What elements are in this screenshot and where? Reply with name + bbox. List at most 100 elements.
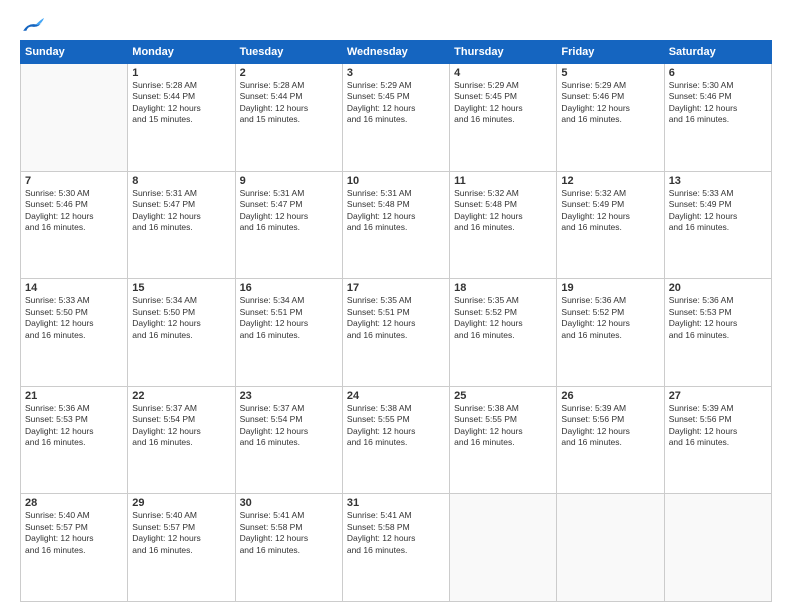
day-info: Sunrise: 5:36 AM Sunset: 5:53 PM Dayligh… xyxy=(669,295,767,341)
logo xyxy=(20,16,48,36)
calendar-cell: 3Sunrise: 5:29 AM Sunset: 5:45 PM Daylig… xyxy=(342,64,449,172)
calendar-cell: 21Sunrise: 5:36 AM Sunset: 5:53 PM Dayli… xyxy=(21,386,128,494)
day-number: 20 xyxy=(669,282,767,294)
day-info: Sunrise: 5:31 AM Sunset: 5:47 PM Dayligh… xyxy=(132,188,230,234)
day-number: 30 xyxy=(240,497,338,509)
day-number: 11 xyxy=(454,175,552,187)
day-number: 23 xyxy=(240,390,338,402)
calendar-table: SundayMondayTuesdayWednesdayThursdayFrid… xyxy=(20,40,772,602)
day-info: Sunrise: 5:35 AM Sunset: 5:51 PM Dayligh… xyxy=(347,295,445,341)
day-number: 31 xyxy=(347,497,445,509)
weekday-header-monday: Monday xyxy=(128,41,235,64)
calendar-cell: 16Sunrise: 5:34 AM Sunset: 5:51 PM Dayli… xyxy=(235,279,342,387)
calendar-cell: 9Sunrise: 5:31 AM Sunset: 5:47 PM Daylig… xyxy=(235,171,342,279)
calendar-cell xyxy=(450,494,557,602)
day-info: Sunrise: 5:37 AM Sunset: 5:54 PM Dayligh… xyxy=(240,403,338,449)
day-number: 18 xyxy=(454,282,552,294)
calendar-cell: 10Sunrise: 5:31 AM Sunset: 5:48 PM Dayli… xyxy=(342,171,449,279)
day-number: 14 xyxy=(25,282,123,294)
calendar-cell: 11Sunrise: 5:32 AM Sunset: 5:48 PM Dayli… xyxy=(450,171,557,279)
day-info: Sunrise: 5:32 AM Sunset: 5:49 PM Dayligh… xyxy=(561,188,659,234)
day-number: 26 xyxy=(561,390,659,402)
calendar-cell: 1Sunrise: 5:28 AM Sunset: 5:44 PM Daylig… xyxy=(128,64,235,172)
day-info: Sunrise: 5:29 AM Sunset: 5:45 PM Dayligh… xyxy=(454,80,552,126)
calendar-cell: 23Sunrise: 5:37 AM Sunset: 5:54 PM Dayli… xyxy=(235,386,342,494)
calendar-cell: 20Sunrise: 5:36 AM Sunset: 5:53 PM Dayli… xyxy=(664,279,771,387)
day-info: Sunrise: 5:28 AM Sunset: 5:44 PM Dayligh… xyxy=(240,80,338,126)
day-info: Sunrise: 5:34 AM Sunset: 5:51 PM Dayligh… xyxy=(240,295,338,341)
day-number: 7 xyxy=(25,175,123,187)
day-info: Sunrise: 5:32 AM Sunset: 5:48 PM Dayligh… xyxy=(454,188,552,234)
calendar-cell: 5Sunrise: 5:29 AM Sunset: 5:46 PM Daylig… xyxy=(557,64,664,172)
header xyxy=(20,16,772,36)
day-info: Sunrise: 5:31 AM Sunset: 5:47 PM Dayligh… xyxy=(240,188,338,234)
calendar-cell: 18Sunrise: 5:35 AM Sunset: 5:52 PM Dayli… xyxy=(450,279,557,387)
calendar-cell: 2Sunrise: 5:28 AM Sunset: 5:44 PM Daylig… xyxy=(235,64,342,172)
calendar-cell: 17Sunrise: 5:35 AM Sunset: 5:51 PM Dayli… xyxy=(342,279,449,387)
calendar-week-2: 7Sunrise: 5:30 AM Sunset: 5:46 PM Daylig… xyxy=(21,171,772,279)
day-info: Sunrise: 5:30 AM Sunset: 5:46 PM Dayligh… xyxy=(669,80,767,126)
day-number: 16 xyxy=(240,282,338,294)
calendar-cell xyxy=(21,64,128,172)
calendar-cell xyxy=(664,494,771,602)
day-number: 28 xyxy=(25,497,123,509)
day-info: Sunrise: 5:35 AM Sunset: 5:52 PM Dayligh… xyxy=(454,295,552,341)
day-number: 8 xyxy=(132,175,230,187)
calendar-cell: 22Sunrise: 5:37 AM Sunset: 5:54 PM Dayli… xyxy=(128,386,235,494)
weekday-header-wednesday: Wednesday xyxy=(342,41,449,64)
day-info: Sunrise: 5:40 AM Sunset: 5:57 PM Dayligh… xyxy=(132,510,230,556)
day-number: 25 xyxy=(454,390,552,402)
calendar-cell: 4Sunrise: 5:29 AM Sunset: 5:45 PM Daylig… xyxy=(450,64,557,172)
day-number: 15 xyxy=(132,282,230,294)
day-number: 13 xyxy=(669,175,767,187)
calendar-cell: 30Sunrise: 5:41 AM Sunset: 5:58 PM Dayli… xyxy=(235,494,342,602)
day-info: Sunrise: 5:34 AM Sunset: 5:50 PM Dayligh… xyxy=(132,295,230,341)
calendar-cell: 25Sunrise: 5:38 AM Sunset: 5:55 PM Dayli… xyxy=(450,386,557,494)
calendar-cell xyxy=(557,494,664,602)
calendar-cell: 6Sunrise: 5:30 AM Sunset: 5:46 PM Daylig… xyxy=(664,64,771,172)
day-info: Sunrise: 5:33 AM Sunset: 5:50 PM Dayligh… xyxy=(25,295,123,341)
calendar-cell: 14Sunrise: 5:33 AM Sunset: 5:50 PM Dayli… xyxy=(21,279,128,387)
weekday-header-row: SundayMondayTuesdayWednesdayThursdayFrid… xyxy=(21,41,772,64)
weekday-header-saturday: Saturday xyxy=(664,41,771,64)
day-number: 19 xyxy=(561,282,659,294)
calendar-cell: 28Sunrise: 5:40 AM Sunset: 5:57 PM Dayli… xyxy=(21,494,128,602)
weekday-header-sunday: Sunday xyxy=(21,41,128,64)
day-number: 5 xyxy=(561,67,659,79)
calendar-cell: 31Sunrise: 5:41 AM Sunset: 5:58 PM Dayli… xyxy=(342,494,449,602)
day-number: 3 xyxy=(347,67,445,79)
day-number: 2 xyxy=(240,67,338,79)
calendar-cell: 24Sunrise: 5:38 AM Sunset: 5:55 PM Dayli… xyxy=(342,386,449,494)
day-number: 1 xyxy=(132,67,230,79)
day-number: 10 xyxy=(347,175,445,187)
day-number: 6 xyxy=(669,67,767,79)
day-number: 24 xyxy=(347,390,445,402)
day-info: Sunrise: 5:29 AM Sunset: 5:46 PM Dayligh… xyxy=(561,80,659,126)
weekday-header-thursday: Thursday xyxy=(450,41,557,64)
day-info: Sunrise: 5:39 AM Sunset: 5:56 PM Dayligh… xyxy=(561,403,659,449)
day-info: Sunrise: 5:40 AM Sunset: 5:57 PM Dayligh… xyxy=(25,510,123,556)
calendar-cell: 8Sunrise: 5:31 AM Sunset: 5:47 PM Daylig… xyxy=(128,171,235,279)
calendar-week-4: 21Sunrise: 5:36 AM Sunset: 5:53 PM Dayli… xyxy=(21,386,772,494)
page: SundayMondayTuesdayWednesdayThursdayFrid… xyxy=(0,0,792,612)
calendar-week-3: 14Sunrise: 5:33 AM Sunset: 5:50 PM Dayli… xyxy=(21,279,772,387)
calendar-cell: 7Sunrise: 5:30 AM Sunset: 5:46 PM Daylig… xyxy=(21,171,128,279)
day-info: Sunrise: 5:36 AM Sunset: 5:52 PM Dayligh… xyxy=(561,295,659,341)
day-info: Sunrise: 5:29 AM Sunset: 5:45 PM Dayligh… xyxy=(347,80,445,126)
day-info: Sunrise: 5:33 AM Sunset: 5:49 PM Dayligh… xyxy=(669,188,767,234)
day-number: 4 xyxy=(454,67,552,79)
day-number: 27 xyxy=(669,390,767,402)
calendar-cell: 27Sunrise: 5:39 AM Sunset: 5:56 PM Dayli… xyxy=(664,386,771,494)
calendar-week-5: 28Sunrise: 5:40 AM Sunset: 5:57 PM Dayli… xyxy=(21,494,772,602)
calendar-cell: 12Sunrise: 5:32 AM Sunset: 5:49 PM Dayli… xyxy=(557,171,664,279)
day-info: Sunrise: 5:28 AM Sunset: 5:44 PM Dayligh… xyxy=(132,80,230,126)
calendar-cell: 15Sunrise: 5:34 AM Sunset: 5:50 PM Dayli… xyxy=(128,279,235,387)
day-number: 9 xyxy=(240,175,338,187)
day-info: Sunrise: 5:41 AM Sunset: 5:58 PM Dayligh… xyxy=(240,510,338,556)
day-info: Sunrise: 5:39 AM Sunset: 5:56 PM Dayligh… xyxy=(669,403,767,449)
day-info: Sunrise: 5:38 AM Sunset: 5:55 PM Dayligh… xyxy=(454,403,552,449)
day-number: 22 xyxy=(132,390,230,402)
calendar-cell: 26Sunrise: 5:39 AM Sunset: 5:56 PM Dayli… xyxy=(557,386,664,494)
day-number: 17 xyxy=(347,282,445,294)
weekday-header-friday: Friday xyxy=(557,41,664,64)
